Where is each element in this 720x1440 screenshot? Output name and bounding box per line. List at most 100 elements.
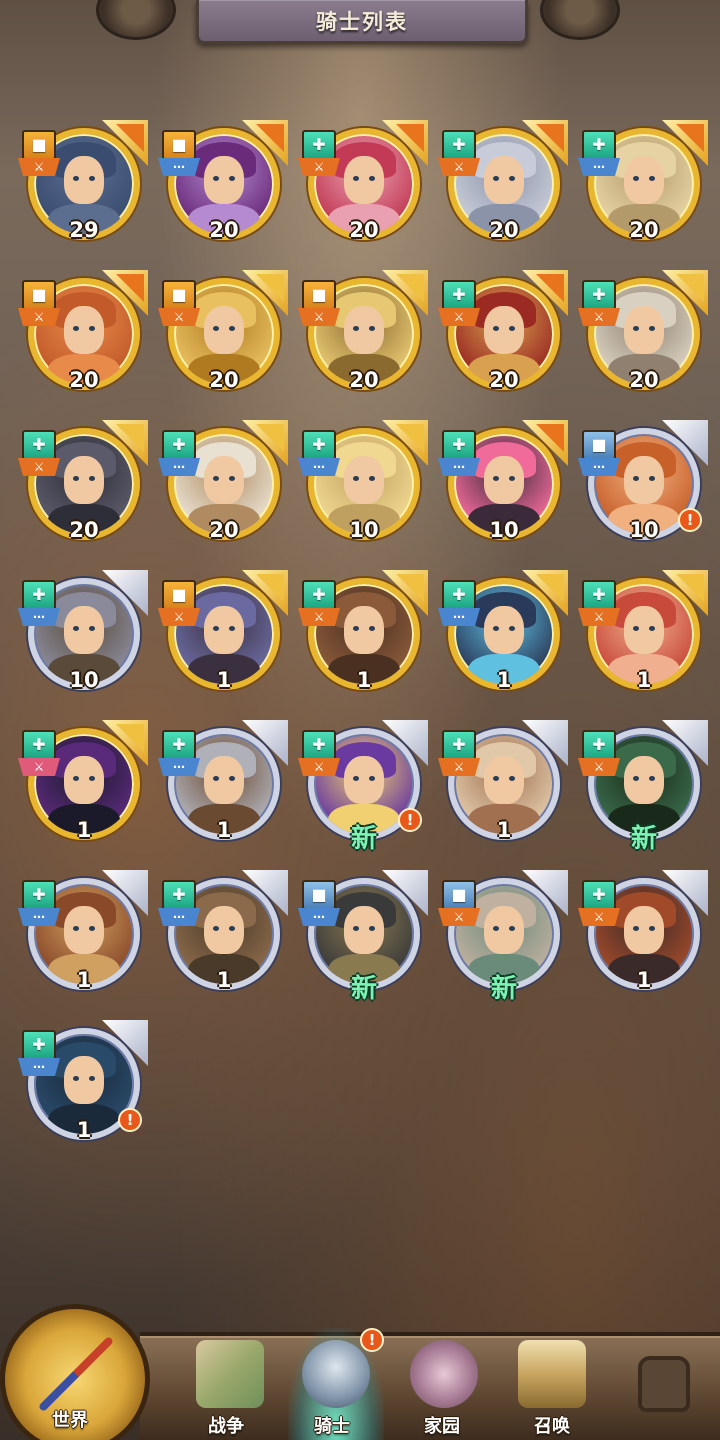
new-label: 新 <box>490 974 517 1004</box>
level-label: 29 <box>69 218 99 242</box>
level-label: 20 <box>209 368 239 392</box>
class-badge-icon: ✚ <box>442 280 476 310</box>
gear-castle-icon <box>410 1340 478 1408</box>
role-badge-icon: ⚔ <box>18 758 60 776</box>
home-label: 家园 <box>424 1416 460 1437</box>
class-badge-icon: ✚ <box>22 730 56 760</box>
knight-card[interactable]: ✚ ⋯ 1! <box>18 1020 148 1148</box>
role-badge-icon: ⋯ <box>578 458 620 476</box>
knight-card[interactable]: ✚ ⚔ 20 <box>18 420 148 548</box>
role-badge-icon: ⚔ <box>438 908 480 926</box>
knight-card[interactable]: ■ ⚔ 20 <box>18 270 148 398</box>
world-compass-button[interactable]: 世界 <box>0 1300 150 1440</box>
class-badge-icon: ✚ <box>302 580 336 610</box>
knight-card[interactable]: ✚ ⚔ 1 <box>578 570 708 698</box>
level-label: 20 <box>629 368 659 392</box>
role-badge-icon: ⚔ <box>18 308 60 326</box>
knight-card[interactable]: ■ ⋯ 20 <box>158 120 288 248</box>
war-nav-button[interactable]: 战争 <box>182 1328 278 1440</box>
new-label: 新 <box>630 824 657 854</box>
knight-card[interactable]: ■ ⚔ 29 <box>18 120 148 248</box>
alert-icon: ! <box>398 808 422 832</box>
class-badge-icon: ✚ <box>442 430 476 460</box>
role-badge-icon: ⋯ <box>158 908 200 926</box>
class-badge-icon: ✚ <box>442 130 476 160</box>
knight-card[interactable]: ✚ ⋯ 1 <box>438 570 568 698</box>
level-label: 20 <box>209 218 239 242</box>
knight-card[interactable]: ✚ ⚔ 1 <box>298 570 428 698</box>
war-label: 战争 <box>208 1416 244 1437</box>
knight-card[interactable]: ✚ ⚔ 20 <box>298 120 428 248</box>
level-label: 1 <box>216 968 232 992</box>
level-label: 20 <box>489 218 519 242</box>
knight-card[interactable]: ■ ⋯ 新 <box>298 870 428 1004</box>
knight-card[interactable]: ■ ⚔ 1 <box>158 570 288 698</box>
level-label: 20 <box>349 368 379 392</box>
summon-shrine-icon <box>518 1340 586 1408</box>
role-badge-icon: ⚔ <box>298 158 340 176</box>
role-badge-icon: ⚔ <box>18 458 60 476</box>
role-badge-icon: ⋯ <box>18 908 60 926</box>
level-label: 10 <box>489 518 519 542</box>
summon-nav-button[interactable]: 召唤 <box>504 1328 600 1440</box>
knight-card[interactable]: ■ ⚔ 20 <box>158 270 288 398</box>
knight-card[interactable]: ✚ ⋯ 1 <box>158 870 288 998</box>
role-badge-icon: ⚔ <box>578 608 620 626</box>
class-badge-icon: ✚ <box>162 430 196 460</box>
alert-icon: ! <box>118 1108 142 1132</box>
knight-card[interactable]: ✚ ⚔ 1 <box>578 870 708 998</box>
knight-card[interactable]: ✚ ⋯ 20 <box>578 120 708 248</box>
role-badge-icon: ⋯ <box>438 458 480 476</box>
home-nav-button[interactable]: 家园 <box>396 1328 492 1440</box>
role-badge-icon: ⚔ <box>298 308 340 326</box>
class-badge-icon: ■ <box>582 430 616 460</box>
class-badge-icon: ■ <box>162 130 196 160</box>
class-badge-icon: ✚ <box>582 580 616 610</box>
level-label: 1 <box>496 818 512 842</box>
class-badge-icon: ✚ <box>22 1030 56 1060</box>
class-badge-icon: ■ <box>162 580 196 610</box>
role-badge-icon: ⚔ <box>298 608 340 626</box>
locked-nav-button[interactable] <box>614 1328 710 1440</box>
class-badge-icon: ✚ <box>162 880 196 910</box>
class-badge-icon: ✚ <box>582 880 616 910</box>
knight-card[interactable]: ■ ⋯ 10! <box>578 420 708 548</box>
level-label: 1 <box>496 668 512 692</box>
class-badge-icon: ■ <box>302 880 336 910</box>
knight-card[interactable]: ✚ ⋯ 10 <box>18 570 148 698</box>
role-badge-icon: ⋯ <box>158 758 200 776</box>
new-label: 新 <box>350 974 377 1004</box>
knight-card[interactable]: ✚ ⚔ 20 <box>438 120 568 248</box>
class-badge-icon: ✚ <box>442 730 476 760</box>
level-label: 1 <box>76 818 92 842</box>
knight-card[interactable]: ■ ⚔ 20 <box>298 270 428 398</box>
role-badge-icon: ⋯ <box>438 608 480 626</box>
class-badge-icon: ✚ <box>302 730 336 760</box>
knight-card[interactable]: ✚ ⋯ 20 <box>158 420 288 548</box>
knight-card[interactable]: ✚ ⋯ 1 <box>18 870 148 998</box>
knight-card[interactable]: ✚ ⚔ 1 <box>438 720 568 848</box>
class-badge-icon: ■ <box>22 130 56 160</box>
level-label: 10 <box>349 518 379 542</box>
level-label: 20 <box>629 218 659 242</box>
level-label: 1 <box>76 968 92 992</box>
knight-card[interactable]: ✚ ⚔ 20 <box>438 270 568 398</box>
knight-card[interactable]: ✚ ⚔ 1 <box>18 720 148 848</box>
knight-card[interactable]: ✚ ⋯ 10 <box>298 420 428 548</box>
knight-nav-button[interactable]: 骑士 ! <box>288 1328 384 1440</box>
role-badge-icon: ⚔ <box>438 758 480 776</box>
class-badge-icon: ✚ <box>302 430 336 460</box>
role-badge-icon: ⋯ <box>578 158 620 176</box>
knight-card[interactable]: ■ ⚔ 新 <box>438 870 568 1004</box>
class-badge-icon: ✚ <box>442 580 476 610</box>
knight-card[interactable]: ✚ ⚔ 新 <box>578 720 708 854</box>
knight-card[interactable]: ✚ ⋯ 10 <box>438 420 568 548</box>
knight-card[interactable]: ✚ ⚔ 新! <box>298 720 428 854</box>
level-label: 20 <box>209 518 239 542</box>
class-badge-icon: ■ <box>302 280 336 310</box>
knight-card[interactable]: ✚ ⋯ 1 <box>158 720 288 848</box>
class-badge-icon: ✚ <box>302 130 336 160</box>
knight-grid: ■ ⚔ 29 ■ ⋯ 20 ✚ ⚔ 20 ✚ ⚔ 20 ✚ ⋯ 20 ■ ⚔ 20 ■ ⚔ 20 ■ ⚔ 20 ✚ ⚔ 20 ✚ ⚔ 20… <box>0 0 720 1300</box>
knight-card[interactable]: ✚ ⚔ 20 <box>578 270 708 398</box>
level-label: 1 <box>636 668 652 692</box>
